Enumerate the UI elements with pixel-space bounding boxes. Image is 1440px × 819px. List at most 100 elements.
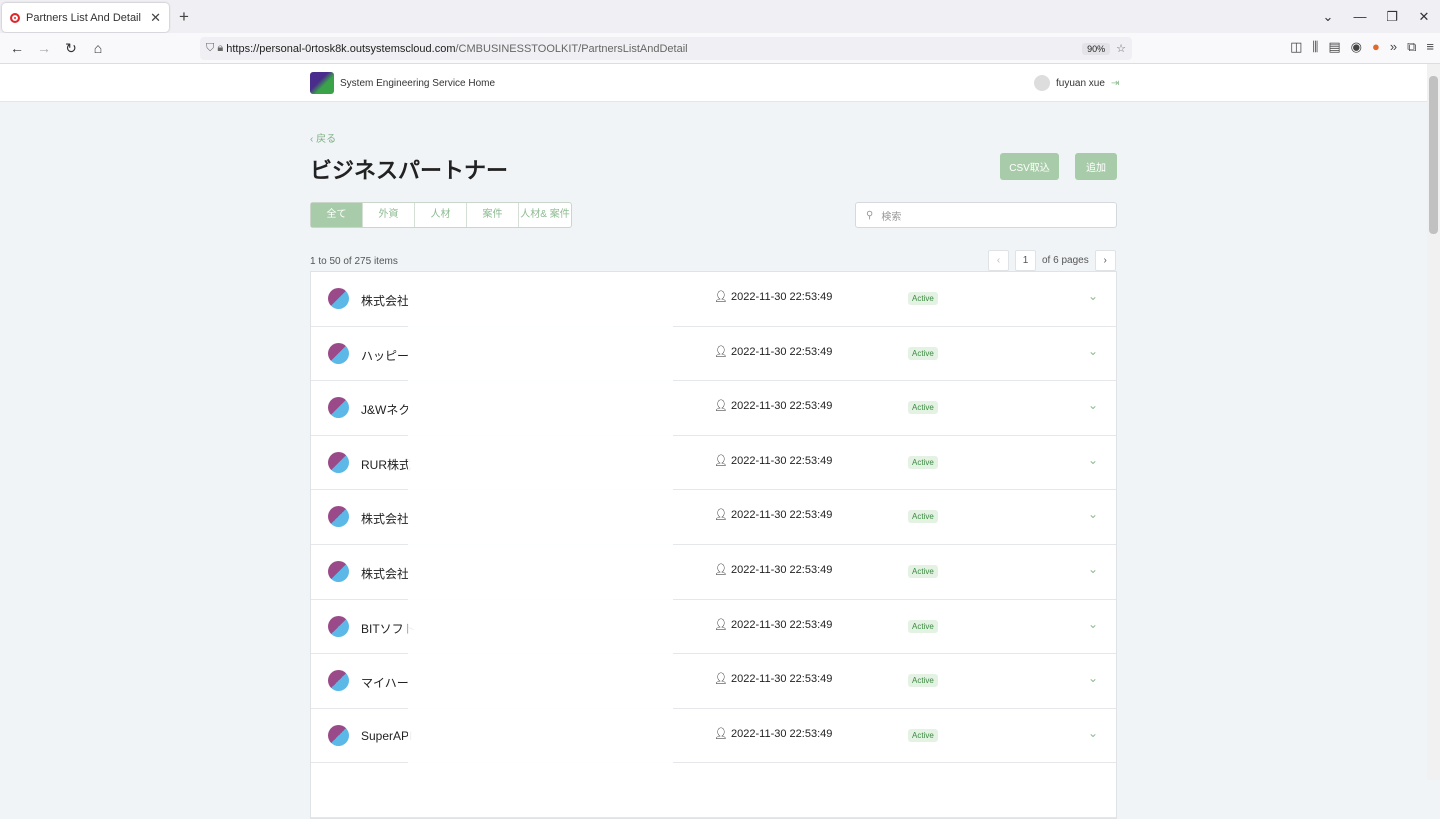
- partner-type-icon: [328, 724, 349, 746]
- partner-name[interactable]: 株式会社: [361, 565, 409, 582]
- chevron-down-icon[interactable]: ⌄: [1088, 617, 1098, 631]
- updated-text: 2022-11-30 22:53:49: [731, 454, 833, 467]
- updated-text: 2022-11-30 22:53:49: [731, 509, 833, 522]
- csv-import-button[interactable]: CSV取込: [1000, 153, 1059, 180]
- partner-name[interactable]: ハッピー: [361, 347, 409, 364]
- partner-type-icon: [328, 342, 349, 364]
- partner-type-icon: [328, 451, 349, 473]
- user-x-icon: 👤︎: [714, 345, 728, 358]
- nav-bar: ← → ↻ ⌂ ⛉ 🔒︎ https://personal-0rtosk8k.o…: [0, 33, 1440, 64]
- user-menu[interactable]: fuyuan xue ⇥: [1034, 75, 1119, 91]
- tab-personnel[interactable]: 人材: [415, 203, 467, 227]
- app-title[interactable]: System Engineering Service Home: [340, 78, 495, 89]
- home-icon[interactable]: ⌂: [85, 40, 111, 56]
- partner-name[interactable]: 株式会社: [361, 510, 409, 527]
- user-x-icon: 👤︎: [714, 454, 728, 467]
- tab-projects[interactable]: 案件: [467, 203, 519, 227]
- partner-name[interactable]: RUR株式: [361, 456, 411, 473]
- extension-icon[interactable]: ◉: [1351, 39, 1362, 55]
- forward-icon[interactable]: →: [31, 40, 57, 56]
- site-favicon-icon: [10, 12, 20, 23]
- next-page-button[interactable]: ›: [1094, 250, 1116, 271]
- status-badge: Active: [908, 346, 938, 360]
- updated-time: 👤︎ 2022-11-30 22:53:49: [714, 618, 832, 631]
- user-x-icon: 👤︎: [714, 291, 728, 303]
- logout-icon[interactable]: ⇥: [1111, 78, 1119, 89]
- status-badge: Active: [908, 292, 938, 305]
- restore-button[interactable]: ❐: [1376, 0, 1408, 33]
- address-bar[interactable]: ⛉ 🔒︎ https://personal-0rtosk8k.outsystem…: [200, 37, 1132, 60]
- more-tools-icon[interactable]: »: [1390, 39, 1397, 55]
- user-x-icon: 👤︎: [714, 727, 728, 740]
- updated-text: 2022-11-30 22:53:49: [731, 291, 833, 303]
- pagination: ‹ 1 of 6 pages ›: [988, 250, 1116, 271]
- user-x-icon: 👤︎: [714, 400, 728, 413]
- status-badge: Active: [908, 728, 938, 742]
- close-window-button[interactable]: ✕: [1408, 0, 1440, 33]
- partner-type-icon: [328, 560, 349, 582]
- sidebar-icon[interactable]: ▤: [1328, 39, 1340, 55]
- updated-time: 👤︎ 2022-11-30 22:53:49: [714, 454, 832, 467]
- chevron-down-icon[interactable]: ⌄: [1088, 507, 1098, 521]
- tab-foreign[interactable]: 外資: [363, 203, 415, 227]
- reload-icon[interactable]: ↻: [58, 40, 84, 57]
- updated-time: 👤︎ 2022-11-30 22:53:49: [714, 399, 832, 412]
- tab-bar: Partners List And Detail ✕ + ⌄ — ❐ ✕: [0, 0, 1440, 33]
- redaction-overlay: [408, 290, 673, 780]
- partner-name[interactable]: 株式会社: [361, 292, 409, 309]
- tab-personnel-projects[interactable]: 人材& 案件: [519, 203, 571, 227]
- search-placeholder: 検索: [881, 211, 902, 223]
- scrollbar[interactable]: [1427, 64, 1440, 780]
- zoom-level[interactable]: 90%: [1082, 42, 1111, 55]
- status-badge: Active: [908, 401, 938, 415]
- tab-all[interactable]: 全て: [311, 203, 363, 227]
- duckduckgo-icon[interactable]: ●: [1372, 39, 1380, 55]
- extensions-icon[interactable]: ⧉: [1407, 39, 1416, 55]
- status-badge: Active: [908, 564, 938, 578]
- filter-tabs: 全て 外資 人材 案件 人材& 案件: [310, 202, 572, 228]
- chevron-down-icon[interactable]: ⌄: [1088, 562, 1098, 576]
- avatar: [1034, 75, 1050, 91]
- partner-type-icon: [328, 506, 349, 528]
- library-icon[interactable]: ⫼: [1312, 39, 1318, 55]
- user-x-icon: 👤︎: [714, 563, 728, 576]
- page-title: ビジネスパートナー: [310, 158, 509, 183]
- prev-page-button[interactable]: ‹: [988, 250, 1009, 271]
- partner-name[interactable]: マイハー: [361, 674, 409, 691]
- back-link[interactable]: ‹ 戻る: [310, 130, 336, 145]
- browser-tab[interactable]: Partners List And Detail ✕: [2, 3, 169, 32]
- chevron-down-icon[interactable]: ⌄: [1088, 453, 1098, 467]
- item-count: 1 to 50 of 275 items: [310, 256, 398, 267]
- chevron-down-icon[interactable]: ⌄: [1088, 398, 1098, 412]
- chevron-down-icon[interactable]: ⌄: [1088, 726, 1098, 740]
- partner-name[interactable]: SuperAPI: [361, 729, 412, 743]
- search-input[interactable]: ⚲ 検索: [855, 202, 1117, 228]
- back-icon[interactable]: ←: [4, 40, 30, 56]
- new-tab-button[interactable]: +: [179, 7, 189, 27]
- minimize-button[interactable]: —: [1344, 0, 1376, 33]
- updated-text: 2022-11-30 22:53:49: [731, 618, 833, 631]
- page-input[interactable]: 1: [1015, 250, 1036, 271]
- bookmark-star-icon[interactable]: ☆: [1116, 42, 1126, 55]
- updated-time: 👤︎ 2022-11-30 22:53:49: [714, 727, 832, 740]
- close-tab-icon[interactable]: ✕: [150, 10, 161, 26]
- chevron-down-icon[interactable]: ⌄: [1088, 344, 1098, 358]
- user-x-icon: 👤︎: [714, 673, 728, 686]
- status-badge: Active: [908, 455, 938, 469]
- app-header: System Engineering Service Home fuyuan x…: [0, 64, 1427, 102]
- search-icon: ⚲: [866, 209, 874, 221]
- updated-text: 2022-11-30 22:53:49: [731, 345, 833, 358]
- add-button[interactable]: 追加: [1075, 153, 1117, 180]
- url-path: /CMBUSINESSTOOLKIT/PartnersListAndDetail: [455, 42, 688, 55]
- pocket-icon[interactable]: ◫: [1290, 39, 1302, 55]
- chevron-down-icon[interactable]: ⌄: [1088, 671, 1098, 685]
- app-logo[interactable]: [310, 72, 334, 94]
- menu-icon[interactable]: ≡: [1426, 39, 1434, 55]
- user-name: fuyuan xue: [1056, 77, 1105, 89]
- chevron-down-icon[interactable]: ⌄: [1088, 289, 1098, 303]
- updated-time: 👤︎ 2022-11-30 22:53:49: [714, 563, 832, 576]
- tab-list-icon[interactable]: ⌄: [1312, 0, 1344, 33]
- partner-name[interactable]: J&Wネク: [361, 401, 410, 418]
- tab-title: Partners List And Detail: [26, 11, 141, 24]
- updated-text: 2022-11-30 22:53:49: [731, 673, 833, 686]
